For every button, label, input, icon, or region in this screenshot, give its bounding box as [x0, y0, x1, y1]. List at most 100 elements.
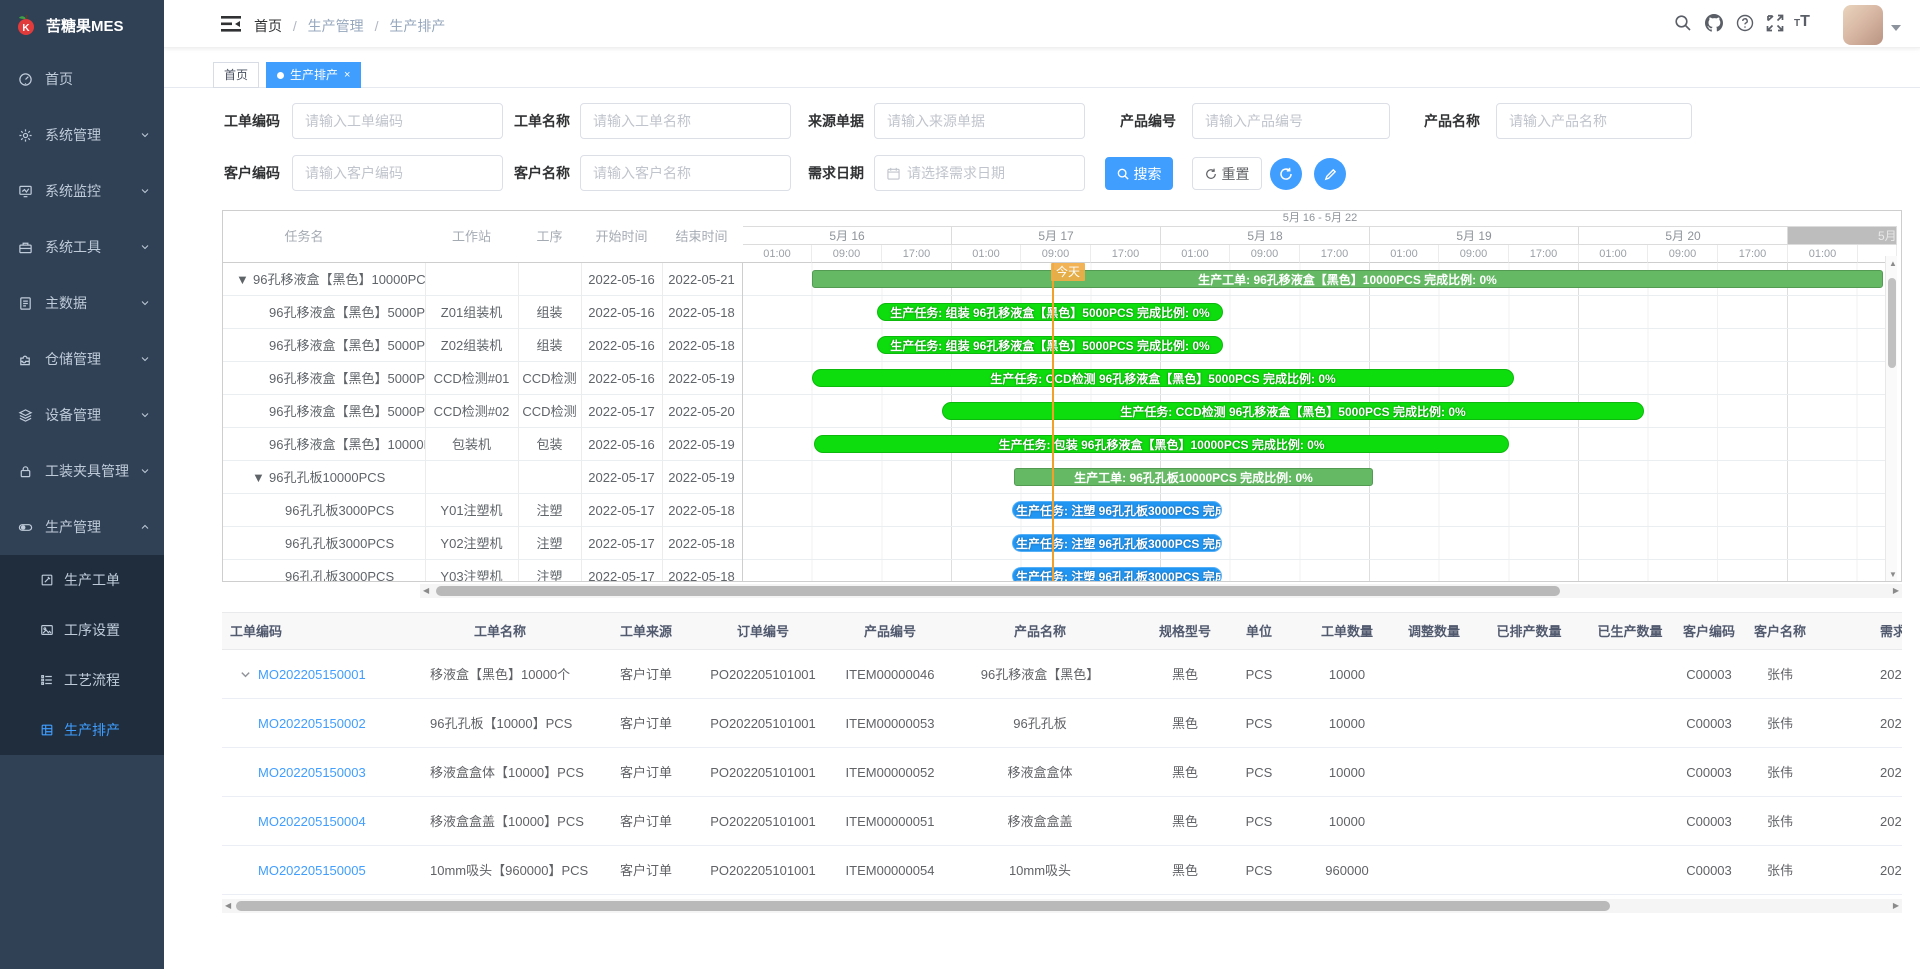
table-row[interactable]: MO202205150005 10mm吸头【960000】PCS 客户订单 PO…	[222, 846, 1902, 895]
gantt-horizontal-scrollbar[interactable]: ◀ ▶	[420, 584, 1902, 598]
chevron-down-icon	[140, 466, 150, 476]
scroll-left-icon[interactable]: ◀	[225, 902, 231, 910]
gantt-grid-row[interactable]: 96孔移液盒【黑色】5000PCSZ02组装机组装2022-05-162022-…	[223, 329, 743, 362]
scrollbar-thumb[interactable]	[436, 586, 1560, 596]
product-code-input[interactable]: 请输入产品编号	[1192, 103, 1390, 139]
production-submenu: 生产工单 工序设置 工艺流程 生产排产	[0, 555, 164, 755]
submenu-item-scheduling[interactable]: 生产排产	[0, 705, 164, 755]
gantt-day-cell: 5月 19	[1370, 227, 1579, 245]
reset-button[interactable]: 重置	[1192, 157, 1262, 190]
gantt-bar-task-selected[interactable]: 生产任务: 注塑 96孔孔板3000PCS 完成比例: 0%	[1012, 567, 1222, 582]
gantt-bar-task[interactable]: 生产任务: 组装 96孔移液盒【黑色】5000PCS 完成比例: 0%	[877, 336, 1223, 354]
table-row[interactable]: MO202205150002 96孔孔板【10000】PCS 客户订单 PO20…	[222, 699, 1902, 748]
svg-text:K: K	[22, 23, 30, 34]
help-icon[interactable]	[1736, 14, 1754, 32]
avatar[interactable]	[1843, 5, 1883, 45]
workorder-link[interactable]: MO202205150001	[258, 650, 366, 699]
submenu-item-workorder[interactable]: 生产工单	[0, 555, 164, 605]
workorder-link[interactable]: MO202205150004	[258, 797, 366, 846]
tab-close-icon[interactable]: ×	[344, 63, 350, 87]
avatar-caret-icon[interactable]	[1891, 24, 1901, 32]
edit-button[interactable]	[1314, 158, 1346, 190]
today-marker-line	[1052, 263, 1054, 582]
gantt-vertical-scrollbar[interactable]: ▲ ▼	[1885, 256, 1897, 582]
document-icon	[18, 296, 33, 311]
gantt-bar-workorder[interactable]: 生产工单: 96孔移液盒【黑色】10000PCS 完成比例: 0%	[812, 270, 1883, 288]
search-icon[interactable]	[1674, 14, 1692, 32]
scroll-down-icon[interactable]: ▼	[1889, 571, 1897, 579]
demand-date-input[interactable]: 请选择需求日期	[874, 155, 1085, 191]
submenu-item-craft-flow[interactable]: 工艺流程	[0, 655, 164, 705]
sidebar-item-monitor[interactable]: 系统监控	[0, 163, 164, 219]
font-size-icon[interactable]: TT	[1794, 13, 1810, 31]
workorder-link[interactable]: MO202205150002	[258, 699, 366, 748]
gantt-grid-row[interactable]: 96孔孔板3000PCSY03注塑机注塑2022-05-172022-05-18	[223, 560, 743, 582]
puzzle-icon	[18, 352, 33, 367]
scroll-up-icon[interactable]: ▲	[1889, 260, 1897, 268]
scroll-right-icon[interactable]: ▶	[1893, 587, 1899, 595]
scroll-right-icon[interactable]: ▶	[1893, 902, 1899, 910]
breadcrumb-home[interactable]: 首页	[254, 18, 282, 34]
gantt-grid-row[interactable]: ▼96孔移液盒【黑色】10000PCS2022-05-162022-05-21	[223, 263, 743, 296]
gantt-chart-area: 今天 生产工单: 96孔移液盒【黑色】10000PCS 完成比例: 0% 生产任…	[743, 263, 1897, 582]
scrollbar-thumb[interactable]	[236, 901, 1610, 911]
fullscreen-icon[interactable]	[1766, 14, 1784, 32]
table-row[interactable]: MO202205150004 移液盒盒盖【10000】PCS 客户订单 PO20…	[222, 797, 1902, 846]
gantt-grid-row[interactable]: 96孔移液盒【黑色】5000PCSCCD检测#01CCD检测2022-05-16…	[223, 362, 743, 395]
gantt-grid-row[interactable]: 96孔移液盒【黑色】10000PCS包装机包装2022-05-162022-05…	[223, 428, 743, 461]
tab-scheduling[interactable]: 生产排产 ×	[266, 62, 361, 88]
gantt-bar-task[interactable]: 生产任务: CCD检测 96孔移液盒【黑色】5000PCS 完成比例: 0%	[812, 369, 1514, 387]
table-row[interactable]: MO202205150001 移液盒【黑色】10000个 客户订单 PO2022…	[222, 650, 1902, 699]
sidebar-item-fixture[interactable]: 工装夹具管理	[0, 443, 164, 499]
collapse-sidebar-icon[interactable]	[221, 15, 241, 33]
gantt-week-row: 5月 16 - 5月 22	[743, 211, 1897, 227]
workorder-link[interactable]: MO202205150003	[258, 748, 366, 797]
today-marker-badge: 今天	[1051, 263, 1085, 281]
gantt-day-cell: 5月 16	[743, 227, 952, 245]
gantt-grid-row[interactable]: 96孔孔板3000PCSY01注塑机注塑2022-05-172022-05-18	[223, 494, 743, 527]
breadcrumb: 首页 / 生产管理 / 生产排产	[254, 16, 445, 36]
collapse-arrow-icon[interactable]: ▼	[252, 461, 265, 494]
customer-code-input[interactable]: 请输入客户编码	[292, 155, 503, 191]
sidebar: K 苦糖果MES 首页 系统管理 系统监控 系统工具 主数据 仓储管理 设备管理	[0, 0, 164, 969]
collapse-arrow-icon[interactable]: ▼	[236, 263, 249, 296]
gantt-bar-workorder[interactable]: 生产工单: 96孔孔板10000PCS 完成比例: 0%	[1014, 468, 1373, 486]
gantt-bar-task[interactable]: 生产任务: 包装 96孔移液盒【黑色】10000PCS 完成比例: 0%	[814, 435, 1509, 453]
table-row[interactable]: MO202205150003 移液盒盒体【10000】PCS 客户订单 PO20…	[222, 748, 1902, 797]
tab-home[interactable]: 首页	[213, 62, 259, 88]
scroll-left-icon[interactable]: ◀	[423, 587, 429, 595]
search-button[interactable]: 搜索	[1105, 157, 1173, 190]
table-horizontal-scrollbar[interactable]: ◀ ▶	[222, 899, 1902, 913]
github-icon[interactable]	[1704, 13, 1724, 33]
gantt-bar-task-selected[interactable]: 生产任务: 注塑 96孔孔板3000PCS 完成比例: 0%	[1012, 534, 1222, 552]
sidebar-item-tools[interactable]: 系统工具	[0, 219, 164, 275]
chevron-down-icon	[140, 130, 150, 140]
gantt-bar-task[interactable]: 生产任务: 组装 96孔移液盒【黑色】5000PCS 完成比例: 0%	[877, 303, 1223, 321]
chevron-down-icon	[140, 242, 150, 252]
submenu-item-process-setting[interactable]: 工序设置	[0, 605, 164, 655]
refresh-gantt-button[interactable]	[1270, 158, 1302, 190]
customer-name-input[interactable]: 请输入客户名称	[580, 155, 791, 191]
gantt-grid-row[interactable]: 96孔移液盒【黑色】5000PCSCCD检测#02CCD检测2022-05-17…	[223, 395, 743, 428]
workorder-name-input[interactable]: 请输入工单名称	[580, 103, 791, 139]
gantt-grid-row[interactable]: ▼96孔孔板10000PCS2022-05-172022-05-19	[223, 461, 743, 494]
logo: K 苦糖果MES	[0, 0, 164, 50]
gantt-bar-task-selected[interactable]: 生产任务: 注塑 96孔孔板3000PCS 完成比例: 0%	[1012, 501, 1222, 519]
source-doc-input[interactable]: 请输入来源单据	[874, 103, 1085, 139]
workorder-link[interactable]: MO202205150005	[258, 846, 366, 895]
sidebar-item-equipment[interactable]: 设备管理	[0, 387, 164, 443]
sidebar-item-home[interactable]: 首页	[0, 51, 164, 107]
gantt-bar-task[interactable]: 生产任务: CCD检测 96孔移液盒【黑色】5000PCS 完成比例: 0%	[942, 402, 1644, 420]
breadcrumb-production[interactable]: 生产管理	[308, 18, 364, 34]
gantt-grid-header: 任务名 工作站 工序 开始时间 结束时间	[223, 211, 743, 263]
sidebar-item-production[interactable]: 生产管理	[0, 499, 164, 555]
sidebar-item-system[interactable]: 系统管理	[0, 107, 164, 163]
sidebar-item-masterdata[interactable]: 主数据	[0, 275, 164, 331]
expand-caret-icon[interactable]	[240, 669, 251, 680]
sidebar-item-warehouse[interactable]: 仓储管理	[0, 331, 164, 387]
scrollbar-thumb[interactable]	[1888, 278, 1896, 368]
gantt-grid-row[interactable]: 96孔移液盒【黑色】5000PCSZ01组装机组装2022-05-162022-…	[223, 296, 743, 329]
workorder-code-input[interactable]: 请输入工单编码	[292, 103, 503, 139]
gantt-grid-row[interactable]: 96孔孔板3000PCSY02注塑机注塑2022-05-172022-05-18	[223, 527, 743, 560]
product-name-input[interactable]: 请输入产品名称	[1496, 103, 1692, 139]
